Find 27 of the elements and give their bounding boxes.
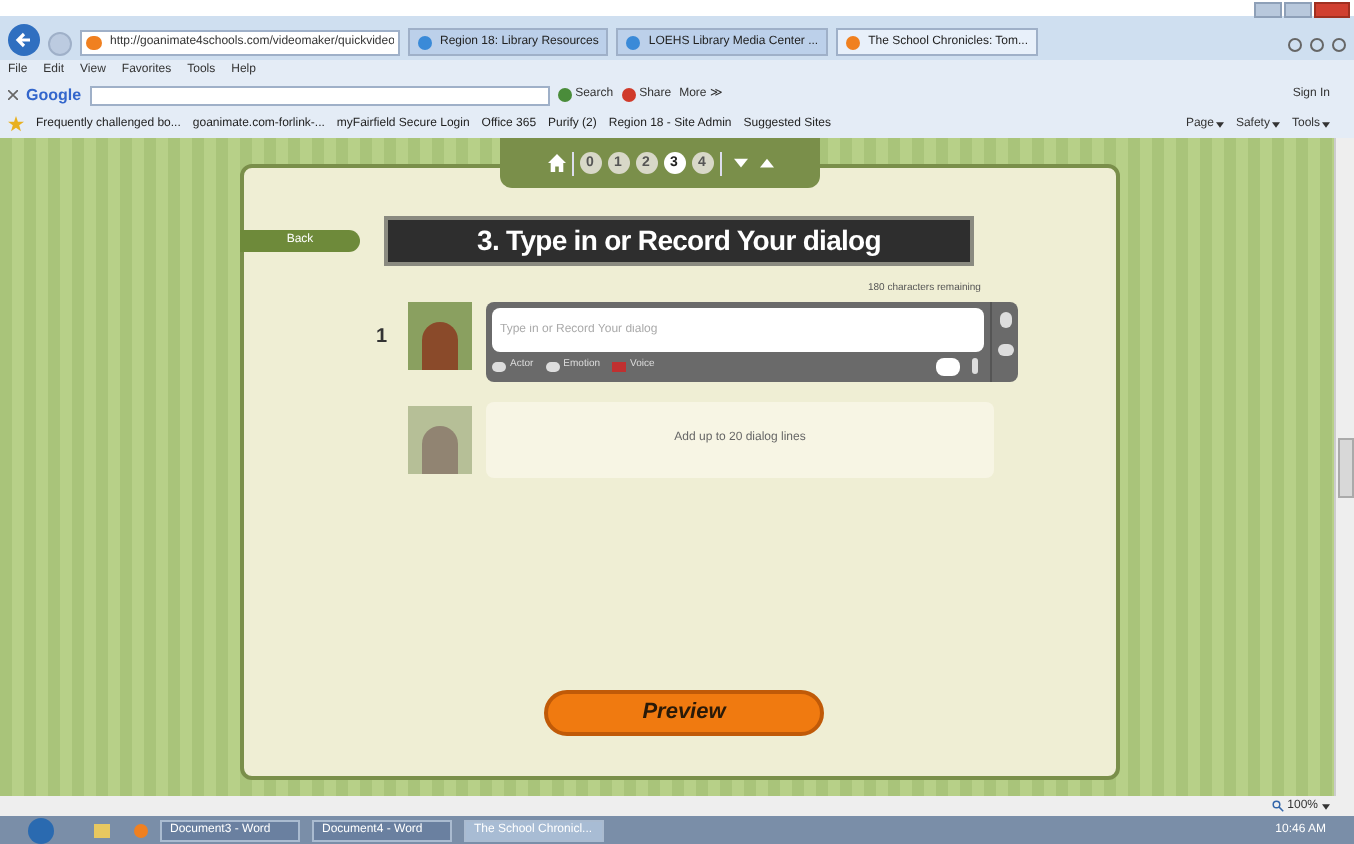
site-icon (86, 36, 102, 50)
down-arrow-icon[interactable] (733, 158, 747, 168)
share-icon (621, 88, 636, 102)
placeholder-avatar[interactable] (408, 405, 472, 473)
search-icon (557, 88, 572, 102)
zoom-icon (1271, 800, 1284, 812)
up-arrow-icon[interactable] (759, 158, 773, 168)
character-avatar[interactable] (408, 301, 472, 369)
folder-icon[interactable] (94, 823, 110, 837)
caret-icon (1322, 803, 1330, 809)
caret-icon (1271, 121, 1280, 127)
back-arrow-icon (14, 30, 34, 50)
scrollbar[interactable] (1334, 138, 1354, 796)
back-button[interactable] (8, 24, 40, 56)
site-icon (418, 35, 432, 49)
site-icon (626, 35, 641, 49)
close-icon[interactable] (8, 90, 18, 100)
line-number: 1 (376, 323, 390, 351)
caret-icon (1215, 121, 1224, 127)
step-title-banner: 3. Type in or Record Your dialog (384, 216, 974, 266)
google-logo: Google (26, 83, 82, 107)
preview-button[interactable]: Preview (544, 690, 824, 736)
caret-icon (1322, 121, 1330, 127)
favorites-star-icon[interactable] (8, 116, 24, 132)
site-icon (846, 35, 861, 49)
google-search-field[interactable] (89, 85, 550, 105)
start-button[interactable] (28, 817, 54, 843)
